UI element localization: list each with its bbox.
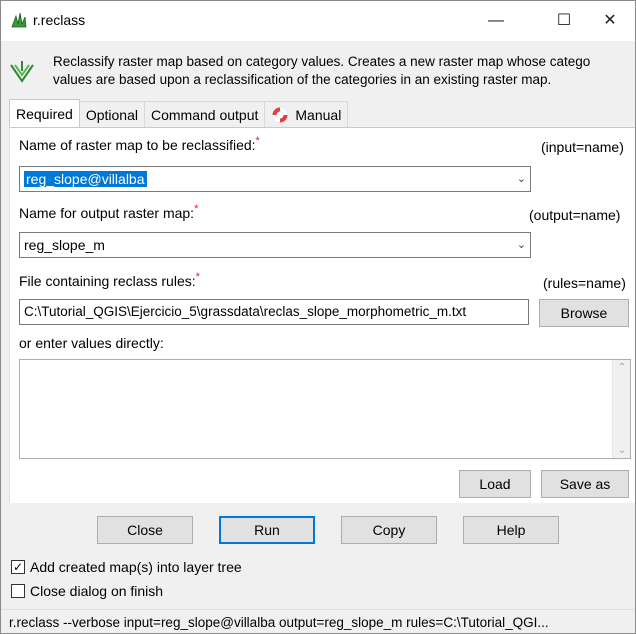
module-header: Reclassify raster map based on category … (1, 41, 635, 99)
maximize-button[interactable]: ☐ (541, 1, 587, 41)
rules-file-input[interactable]: C:\Tutorial_QGIS\Ejercicio_5\grassdata\r… (19, 299, 529, 325)
input-raster-value: reg_slope@villalba (24, 171, 147, 187)
output-raster-value: reg_slope_m (24, 237, 105, 253)
required-mark: * (255, 135, 260, 147)
direct-values-label: or enter values directly: (19, 335, 164, 351)
load-button[interactable]: Load (459, 470, 531, 498)
checkbox-unchecked-icon (11, 584, 25, 598)
grass-app-icon (11, 12, 27, 28)
tab-command-output[interactable]: Command output (143, 101, 266, 127)
required-mark: * (194, 203, 199, 215)
tab-optional[interactable]: Optional (78, 101, 145, 127)
required-mark: * (195, 271, 200, 283)
lifebuoy-help-icon (272, 107, 288, 122)
description-line-2: values are based upon a reclassification… (53, 72, 552, 87)
output-label: Name for output raster map:* (19, 203, 199, 221)
description-line-1: Reclassify raster map based on category … (53, 54, 591, 69)
input-raster-combo[interactable]: reg_slope@villalba ⌄ (19, 166, 531, 192)
tab-label: Command output (150, 106, 259, 123)
vertical-scrollbar[interactable]: ⌃ ⌄ (612, 360, 630, 458)
command-status-bar: r.reclass --verbose input=reg_slope@vill… (1, 609, 635, 633)
title-bar: r.reclass — ☐ ✕ (1, 1, 635, 41)
minimize-button[interactable]: — (473, 1, 519, 41)
copy-button[interactable]: Copy (341, 516, 437, 544)
tab-bar: Required Optional Command output Manual (9, 99, 349, 127)
rules-key: (rules=name) (543, 275, 626, 291)
close-button[interactable]: Close (97, 516, 193, 544)
add-to-layer-tree-checkbox[interactable]: ✓ Add created map(s) into layer tree (11, 559, 242, 575)
tab-label: Manual (295, 106, 342, 123)
input-label: Name of raster map to be reclassified:* (19, 135, 260, 153)
rules-label: File containing reclass rules:* (19, 271, 200, 289)
window-title: r.reclass (33, 12, 86, 28)
help-button[interactable]: Help (463, 516, 559, 544)
scroll-down-icon[interactable]: ⌄ (613, 445, 631, 456)
checkbox-label: Add created map(s) into layer tree (30, 559, 242, 575)
tab-required[interactable]: Required (9, 99, 80, 127)
tab-label: Required (16, 105, 73, 122)
r-reclass-dialog: r.reclass — ☐ ✕ Reclassify raster map ba… (0, 0, 636, 634)
output-key: (output=name) (529, 207, 621, 223)
chevron-down-icon: ⌄ (516, 173, 526, 185)
grass-module-icon (10, 61, 34, 83)
output-raster-combo[interactable]: reg_slope_m ⌄ (19, 232, 531, 258)
close-on-finish-checkbox[interactable]: Close dialog on finish (11, 583, 163, 599)
save-as-button[interactable]: Save as (541, 470, 629, 498)
browse-button[interactable]: Browse (539, 299, 629, 327)
close-window-button[interactable]: ✕ (587, 1, 633, 41)
chevron-down-icon: ⌄ (516, 239, 526, 251)
tab-manual[interactable]: Manual (264, 101, 349, 127)
direct-values-textarea[interactable]: ⌃ ⌄ (19, 359, 631, 459)
tab-label: Optional (85, 106, 138, 123)
module-description: Reclassify raster map based on category … (53, 53, 635, 89)
checkbox-checked-icon: ✓ (11, 560, 25, 574)
input-key: (input=name) (541, 139, 624, 155)
run-button[interactable]: Run (219, 516, 315, 544)
checkbox-label: Close dialog on finish (30, 583, 164, 599)
scroll-up-icon[interactable]: ⌃ (613, 362, 631, 373)
